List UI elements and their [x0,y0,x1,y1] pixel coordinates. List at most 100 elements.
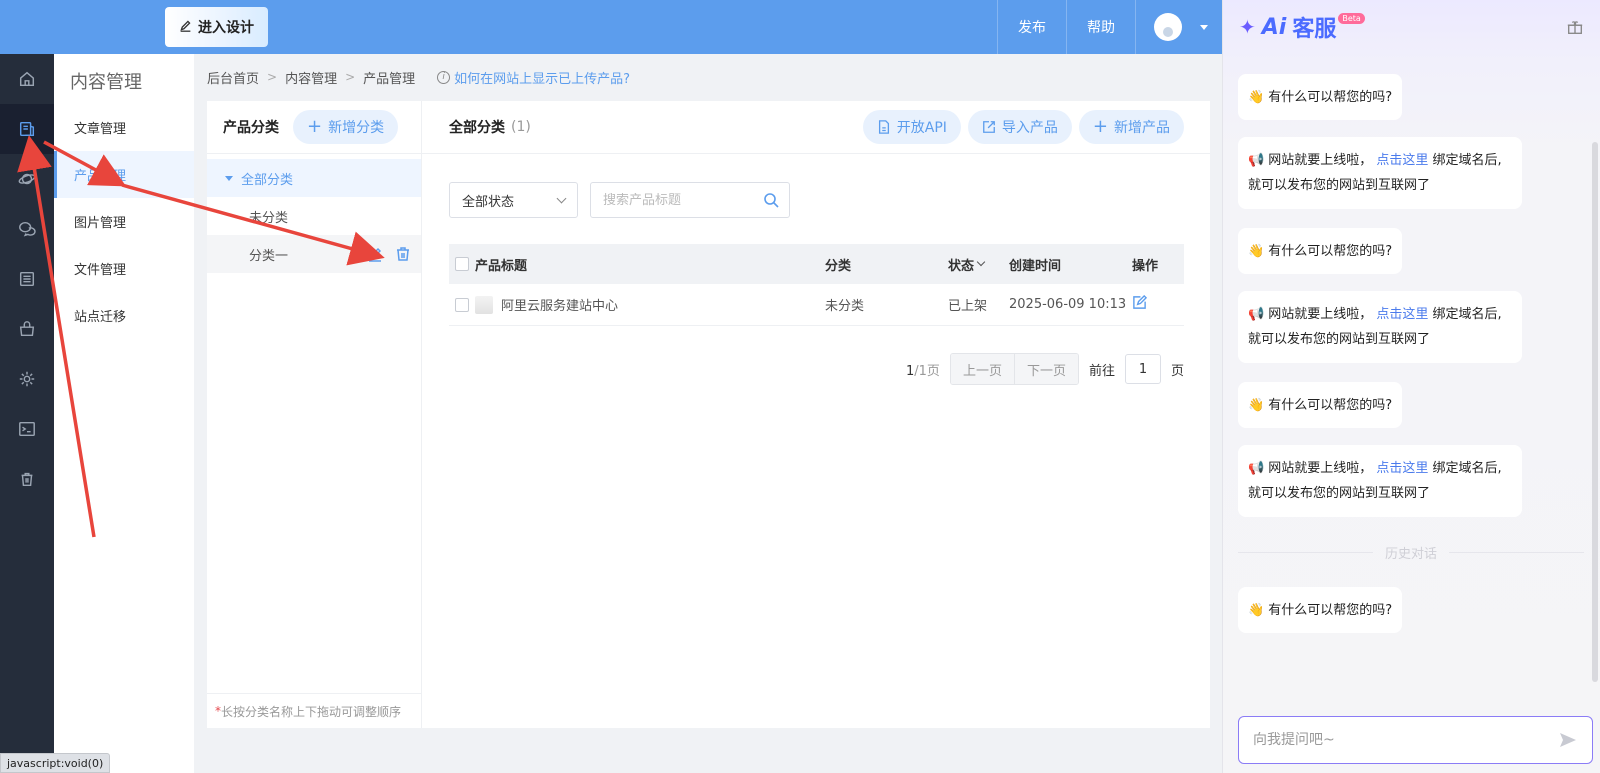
rail-trash[interactable] [0,454,54,504]
chevron-down-icon [556,193,567,203]
search-input[interactable] [603,192,753,208]
table-row[interactable]: 阿里云服务建站中心 未分类 已上架 2025-06-09 10:13 [449,284,1184,326]
category-one-label: 分类一 [249,248,289,264]
subnav-item-articles[interactable]: 文章管理 [54,104,194,151]
rail-content[interactable] [0,104,54,154]
info-icon: i [437,70,451,84]
notice-link[interactable]: 点击这里 [1376,153,1428,168]
import-product-button[interactable]: 导入产品 [967,110,1072,144]
notice-link[interactable]: 点击这里 [1376,307,1428,322]
wave-icon: 👋 [1248,602,1265,618]
chat-message: 📢 网站就要上线啦， 点击这里 绑定域名后,就可以发布您的网站到互联网了 [1238,137,1522,209]
category-uncategorized[interactable]: 未分类 [207,197,421,235]
open-api-button[interactable]: 开放API [862,110,961,144]
chevron-right-icon: > [345,70,356,84]
status-bar-url: javascript:void(0) [0,753,111,773]
rail-chat[interactable] [0,204,54,254]
chat-greeting: 有什么可以帮您的吗? [1268,602,1393,618]
help-button[interactable]: 帮助 [1066,0,1135,54]
chat-input[interactable] [1253,732,1523,748]
rail-settings[interactable] [0,354,54,404]
subnav-item-images[interactable]: 图片管理 [54,198,194,245]
row-checkbox[interactable] [455,297,469,312]
enter-design-button[interactable]: 进入设计 [165,7,268,47]
chat-icon [19,221,36,237]
chat-message: 📢 网站就要上线啦， 点击这里 绑定域名后,就可以发布您的网站到互联网了 [1238,445,1522,517]
notice-link[interactable]: 点击这里 [1376,461,1428,476]
category-title: 产品分类 [223,120,279,136]
subnav-item-files[interactable]: 文件管理 [54,245,194,292]
user-menu[interactable] [1135,0,1222,54]
send-icon[interactable] [1558,730,1578,750]
top-menu: 发布 帮助 [997,0,1222,54]
product-table: 产品标题 分类 状态 创建时间 操作 阿里云服务建站中心 未分类 已上架 202… [449,244,1184,326]
col-status-label: 状态 [948,258,975,274]
chat-greeting: 有什么可以帮您的吗? [1268,397,1393,413]
rail-planet[interactable] [0,154,54,204]
planet-icon [18,173,36,185]
chat-message: 👋 有什么可以帮您的吗? [1238,382,1403,428]
category-row-tools [367,246,411,262]
col-actions: 操作 [1132,258,1159,274]
caret-down-icon [1200,24,1208,30]
trash-icon[interactable] [395,246,411,262]
edit-icon[interactable] [367,246,383,262]
col-status[interactable]: 状态 [948,255,1009,274]
search-icon[interactable] [763,192,779,208]
add-category-label: 新增分类 [328,120,385,136]
category-one[interactable]: 分类一 [207,235,421,273]
chat-greeting: 有什么可以帮您的吗? [1268,89,1393,105]
chat-notice-prefix: 网站就要上线啦， [1268,461,1373,476]
page-number-input[interactable]: 1 [1124,354,1161,384]
trash-icon [21,472,33,487]
caret-down-icon [225,175,233,181]
col-title: 产品标题 [475,258,528,274]
subnav-item-migration[interactable]: 站点迁移 [54,292,194,339]
list-title: 全部分类 [449,120,505,136]
rail-list[interactable] [0,254,54,304]
page-unit-label: 页 [1170,363,1184,379]
add-product-label: 新增产品 [1114,120,1170,136]
category-footer-text: 长按分类名称上下拖动可调整顺序 [221,704,402,719]
history-divider: 历史对话 [1238,543,1585,562]
chat-notice-prefix: 网站就要上线啦， [1268,307,1373,322]
list-filters: 全部状态 [449,182,790,218]
chat-message: 📢 网站就要上线啦， 点击这里 绑定域名后,就可以发布您的网站到互联网了 [1238,291,1522,363]
status-select[interactable]: 全部状态 [449,182,578,218]
add-product-button[interactable]: + 新增产品 [1078,110,1184,144]
brand-cs: 客服 [1292,17,1337,42]
shop-icon [19,321,35,337]
rail-home[interactable] [0,54,54,104]
gift-icon [1567,21,1583,34]
breadcrumb-home[interactable]: 后台首页 [207,68,259,87]
chevron-right-icon: > [267,70,278,84]
page-indicator: 1/1页 [906,360,940,379]
add-category-button[interactable]: + 新增分类 [293,110,399,144]
product-list-column: 全部分类 (1) 开放API 导入产品 + 新增产品 全部状态 搜索产品标题 产… [422,101,1210,728]
prev-page-button[interactable]: 上一页 [950,354,1014,384]
row-title[interactable]: 阿里云服务建站中心 [501,295,618,314]
subnav-title: 内容管理 [70,72,142,93]
category-all[interactable]: 全部分类 [207,159,421,197]
select-all-checkbox[interactable] [455,257,469,271]
publish-button[interactable]: 发布 [997,0,1066,54]
rail-shop[interactable] [0,304,54,354]
history-label[interactable]: 历史对话 [1385,543,1437,562]
next-page-button[interactable]: 下一页 [1013,354,1078,384]
chat-scrollbar[interactable] [1592,142,1598,682]
ai-chat-panel: ✦ Ai 客服 Beta 👋 有什么可以帮您的吗? 📢 网站就要上线啦， 点击这里… [1222,0,1600,773]
icon-rail [0,54,54,773]
subnav-item-products[interactable]: 产品管理 [54,151,194,198]
megaphone-icon: 📢 [1248,153,1265,168]
help-tip-link[interactable]: i 如何在网站上显示已上传产品? [437,68,630,87]
breadcrumb-products: 产品管理 [363,71,416,87]
status-select-value: 全部状态 [462,194,515,210]
edit-icon[interactable] [1132,294,1148,310]
breadcrumb-content[interactable]: 内容管理 [285,68,337,87]
col-category: 分类 [825,258,852,274]
row-status: 已上架 [948,299,988,314]
gift-button[interactable] [1566,18,1584,40]
rail-terminal[interactable] [0,404,54,454]
chat-notice-prefix: 网站就要上线啦， [1268,153,1373,168]
page-total: /1页 [914,363,940,379]
